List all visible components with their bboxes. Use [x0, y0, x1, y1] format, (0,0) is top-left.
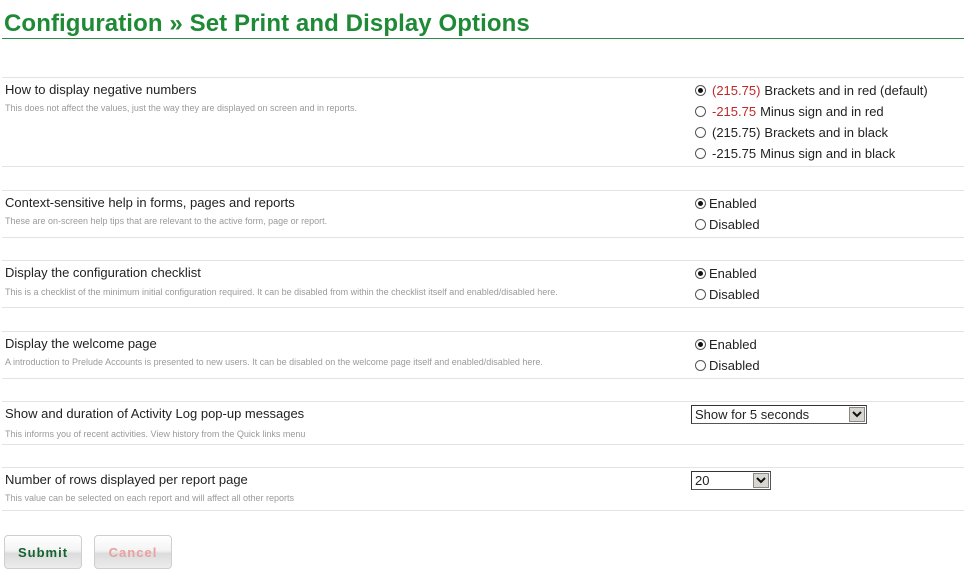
row-divider	[2, 307, 964, 308]
radio-button-icon[interactable]	[695, 106, 706, 117]
radio-option-disabled[interactable]: Disabled	[695, 358, 760, 373]
row-divider	[2, 237, 964, 238]
rows-per-page-select[interactable]: 20	[691, 471, 771, 490]
title-divider	[2, 38, 964, 39]
select-value: Show for 5 seconds	[695, 407, 810, 422]
radio-option-disabled[interactable]: Disabled	[695, 217, 760, 232]
radio-button-checked-icon[interactable]	[695, 85, 706, 96]
select-value: 20	[695, 473, 710, 488]
row-divider	[2, 510, 964, 511]
radio-button-checked-icon[interactable]	[695, 339, 706, 350]
option-label: Minus sign and in black	[760, 146, 896, 161]
setting-label: Show and duration of Activity Log pop-up…	[5, 406, 305, 421]
radio-button-icon[interactable]	[695, 360, 706, 371]
negative-sample: (215.75)	[712, 83, 761, 98]
option-label: Enabled	[709, 337, 757, 352]
radio-option-enabled[interactable]: Enabled	[695, 266, 757, 281]
setting-label: Display the configuration checklist	[5, 265, 201, 280]
row-divider	[2, 260, 964, 261]
setting-description: This value can be selected on each repor…	[5, 493, 294, 503]
option-label: Minus sign and in red	[760, 104, 884, 119]
negative-sample: -215.75	[712, 146, 757, 161]
setting-description: A introduction to Prelude Accounts is pr…	[5, 357, 543, 367]
setting-label: How to display negative numbers	[5, 82, 197, 97]
option-label: Disabled	[709, 217, 760, 232]
setting-description: This informs you of recent activities. V…	[5, 429, 306, 439]
radio-button-checked-icon[interactable]	[695, 198, 706, 209]
setting-description: This does not affect the values, just th…	[5, 103, 358, 113]
chevron-down-icon[interactable]	[753, 473, 769, 488]
negative-sample: -215.75	[712, 104, 757, 119]
radio-option-minus-red[interactable]: -215.75 Minus sign and in red	[695, 104, 884, 119]
negative-sample: (215.75)	[712, 125, 761, 140]
radio-button-icon[interactable]	[695, 148, 706, 159]
setting-description: This is a checklist of the minimum initi…	[5, 287, 558, 297]
radio-option-disabled[interactable]: Disabled	[695, 287, 760, 302]
radio-option-minus-black[interactable]: -215.75 Minus sign and in black	[695, 146, 895, 161]
activity-log-duration-select[interactable]: Show for 5 seconds	[691, 405, 867, 424]
option-label: Enabled	[709, 266, 757, 281]
row-divider	[2, 77, 964, 78]
radio-option-enabled[interactable]: Enabled	[695, 196, 757, 211]
option-label: Enabled	[709, 196, 757, 211]
row-divider	[2, 378, 964, 379]
setting-label: Number of rows displayed per report page	[5, 472, 248, 487]
radio-button-icon[interactable]	[695, 289, 706, 300]
row-divider	[2, 401, 964, 402]
radio-option-brackets-red[interactable]: (215.75) Brackets and in red (default)	[695, 83, 928, 98]
setting-label: Display the welcome page	[5, 336, 157, 351]
chevron-down-icon[interactable]	[849, 407, 865, 422]
page-title: Configuration » Set Print and Display Op…	[4, 10, 530, 37]
row-divider	[2, 444, 964, 445]
submit-button[interactable]: Submit	[4, 535, 82, 569]
radio-option-enabled[interactable]: Enabled	[695, 337, 757, 352]
radio-option-brackets-black[interactable]: (215.75) Brackets and in black	[695, 125, 888, 140]
cancel-button[interactable]: Cancel	[94, 535, 172, 569]
row-divider	[2, 166, 964, 167]
setting-label: Context-sensitive help in forms, pages a…	[5, 195, 295, 210]
option-label: Brackets and in red (default)	[764, 83, 928, 98]
row-divider	[2, 331, 964, 332]
option-label: Brackets and in black	[764, 125, 888, 140]
radio-button-icon[interactable]	[695, 127, 706, 138]
row-divider	[2, 190, 964, 191]
option-label: Disabled	[709, 358, 760, 373]
row-divider	[2, 467, 964, 468]
radio-button-checked-icon[interactable]	[695, 268, 706, 279]
option-label: Disabled	[709, 287, 760, 302]
setting-description: These are on-screen help tips that are r…	[5, 216, 328, 226]
radio-button-icon[interactable]	[695, 219, 706, 230]
